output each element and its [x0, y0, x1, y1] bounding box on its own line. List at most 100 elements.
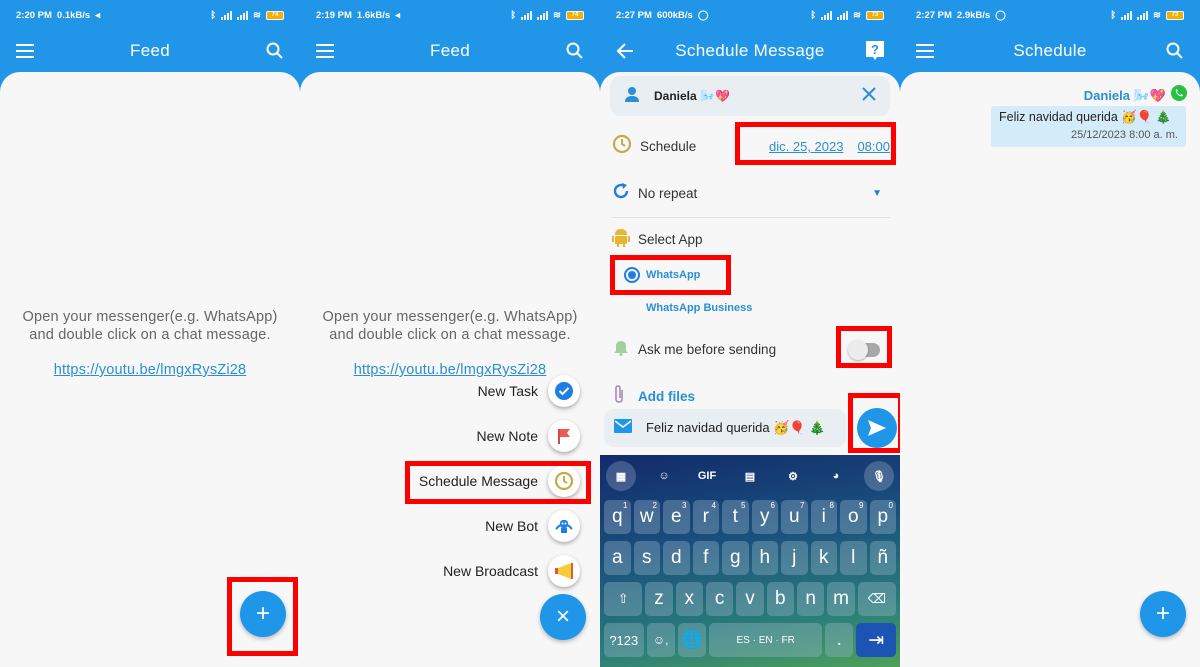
wifi-icon: ≋ — [253, 9, 261, 21]
status-bar: 2:20 PM 0.1kB/s ◂ ᛒ ≋ 74 — [0, 0, 300, 30]
menu-icon[interactable] — [914, 40, 936, 62]
empty-text-2: and double click on a chat message. — [29, 327, 271, 343]
key-w[interactable]: w2 — [633, 500, 660, 534]
key-d[interactable]: d — [663, 541, 690, 575]
key-ñ[interactable]: ñ — [869, 541, 896, 575]
date-picker[interactable]: dic. 25, 2023 — [769, 139, 843, 154]
key-m[interactable]: m — [827, 582, 855, 616]
key-a[interactable]: a — [604, 541, 631, 575]
key-y[interactable]: y6 — [751, 500, 778, 534]
speed-dial-new-note[interactable]: New Note — [477, 420, 580, 452]
apps-grid-icon[interactable]: ▦ — [606, 461, 636, 491]
backspace-key[interactable]: ⌫ — [857, 582, 896, 616]
search-icon[interactable] — [1164, 40, 1186, 62]
battery-icon: 74 — [566, 10, 584, 20]
page-title: Feed — [430, 41, 470, 60]
select-app-label: Select App — [638, 232, 703, 247]
contact-name: Daniela 🌬️💖 — [654, 89, 730, 103]
key-n[interactable]: n — [797, 582, 825, 616]
back-arrow-icon[interactable] — [614, 40, 636, 62]
space-key[interactable]: ES · EN · FR — [709, 623, 823, 657]
panel-feed-speeddial: 2:19 PM 1.6kB/s ◂ ᛒ ≋ 74 Feed Open your mess… — [300, 0, 600, 667]
app-option-whatsapp[interactable]: WhatsApp — [624, 267, 890, 283]
key-z[interactable]: z — [645, 582, 673, 616]
add-button[interactable]: + — [240, 591, 286, 637]
shift-key[interactable]: ⇧ — [604, 582, 643, 616]
send-button[interactable] — [857, 408, 897, 448]
settings-icon[interactable]: ⚙ — [778, 461, 808, 491]
repeat-dropdown[interactable]: No repeat ▼ — [612, 182, 890, 218]
key-c[interactable]: c — [705, 582, 734, 616]
bluetooth-icon: ᛒ — [510, 9, 517, 21]
key-k[interactable]: k — [810, 541, 837, 575]
app-option-whatsapp-business[interactable]: WhatsApp Business — [646, 302, 890, 314]
speed-dial-new-bot[interactable]: New Bot — [485, 510, 580, 542]
key-o[interactable]: o9 — [840, 500, 867, 534]
speed-dial-schedule-message[interactable]: Schedule Message — [419, 465, 580, 497]
key-u[interactable]: u7 — [781, 500, 808, 534]
paperclip-icon — [612, 384, 626, 409]
panel-schedule-message: 2:27 PM 600kB/s ◯ ᛒ ≋ 73 Schedule Message ? … — [600, 0, 900, 667]
contact-card[interactable]: Daniela 🌬️💖 — [610, 76, 890, 116]
page-title: Schedule — [1013, 41, 1087, 60]
select-app-row: Select App — [612, 227, 890, 252]
whatsapp-icon — [1170, 84, 1188, 107]
speed-dial-label: New Task — [477, 383, 538, 399]
contact-name: Daniela 🌬️💖 — [1083, 87, 1166, 103]
speed-dial-new-broadcast[interactable]: New Broadcast — [443, 555, 580, 587]
status-bar: 2:19 PM 1.6kB/s ◂ ᛒ ≋ 74 — [300, 0, 600, 30]
clock-icon — [548, 465, 580, 497]
key-s[interactable]: s — [633, 541, 660, 575]
key-r[interactable]: r4 — [692, 500, 719, 534]
radio-selected[interactable] — [624, 267, 640, 283]
ask-toggle[interactable] — [848, 339, 880, 360]
add-button[interactable]: + — [1140, 591, 1186, 637]
key-i[interactable]: i8 — [810, 500, 837, 534]
emoji-comma-key[interactable]: ☺, — [646, 623, 675, 657]
key-l[interactable]: l — [840, 541, 867, 575]
tutorial-link[interactable]: https://youtu.be/lmgxRysZi28 — [54, 361, 247, 379]
help-icon[interactable]: ? — [864, 40, 886, 62]
key-j[interactable]: j — [781, 541, 808, 575]
key-t[interactable]: t5 — [722, 500, 749, 534]
menu-icon[interactable] — [14, 40, 36, 62]
add-files-row[interactable]: Add files — [612, 384, 890, 409]
key-g[interactable]: g — [722, 541, 749, 575]
palette-icon[interactable]: ◕ — [821, 461, 851, 491]
globe-icon[interactable]: 🌐 — [677, 623, 707, 657]
search-icon[interactable] — [264, 40, 286, 62]
mic-icon[interactable]: 🎙 — [864, 461, 894, 491]
key-e[interactable]: e3 — [663, 500, 690, 534]
enter-key[interactable]: ⇥ — [856, 623, 897, 657]
period-key[interactable]: . — [825, 623, 854, 657]
search-icon[interactable] — [564, 40, 586, 62]
clipboard-icon[interactable]: ▤ — [735, 461, 765, 491]
menu-icon[interactable] — [314, 40, 336, 62]
speed-dial-label: Schedule Message — [418, 473, 538, 489]
time-picker[interactable]: 08:00 — [857, 139, 890, 154]
sticker-icon[interactable]: ☺ — [649, 461, 679, 491]
scheduled-item-header[interactable]: Daniela 🌬️💖 — [1084, 84, 1188, 107]
signal-icon — [221, 10, 233, 20]
speed-dial-new-task[interactable]: New Task — [478, 375, 580, 407]
wifi-icon: ≋ — [1153, 9, 1161, 21]
remove-contact-icon[interactable] — [862, 86, 876, 106]
key-x[interactable]: x — [675, 582, 703, 616]
wifi-icon: ≋ — [853, 9, 861, 21]
add-files-label: Add files — [638, 389, 696, 404]
key-f[interactable]: f — [692, 541, 719, 575]
key-q[interactable]: q1 — [604, 500, 631, 534]
symbols-key[interactable]: ?123 — [604, 623, 644, 657]
megaphone-icon — [548, 555, 580, 587]
message-input[interactable]: Feliz navidad querida 🥳🎈 🎄 — [604, 409, 846, 447]
scheduled-message-bubble[interactable]: Feliz navidad querida 🥳🎈 🎄 25/12/2023 8:… — [991, 106, 1186, 147]
close-speed-dial-button[interactable]: × — [540, 594, 586, 640]
key-p[interactable]: p0 — [869, 500, 896, 534]
key-h[interactable]: h — [751, 541, 778, 575]
key-v[interactable]: v — [736, 582, 764, 616]
bell-icon — [612, 338, 630, 361]
ask-before-sending-row: Ask me before sending — [612, 338, 890, 361]
key-b[interactable]: b — [766, 582, 794, 616]
page-title: Feed — [130, 41, 170, 60]
gif-button[interactable]: GIF — [692, 461, 722, 491]
